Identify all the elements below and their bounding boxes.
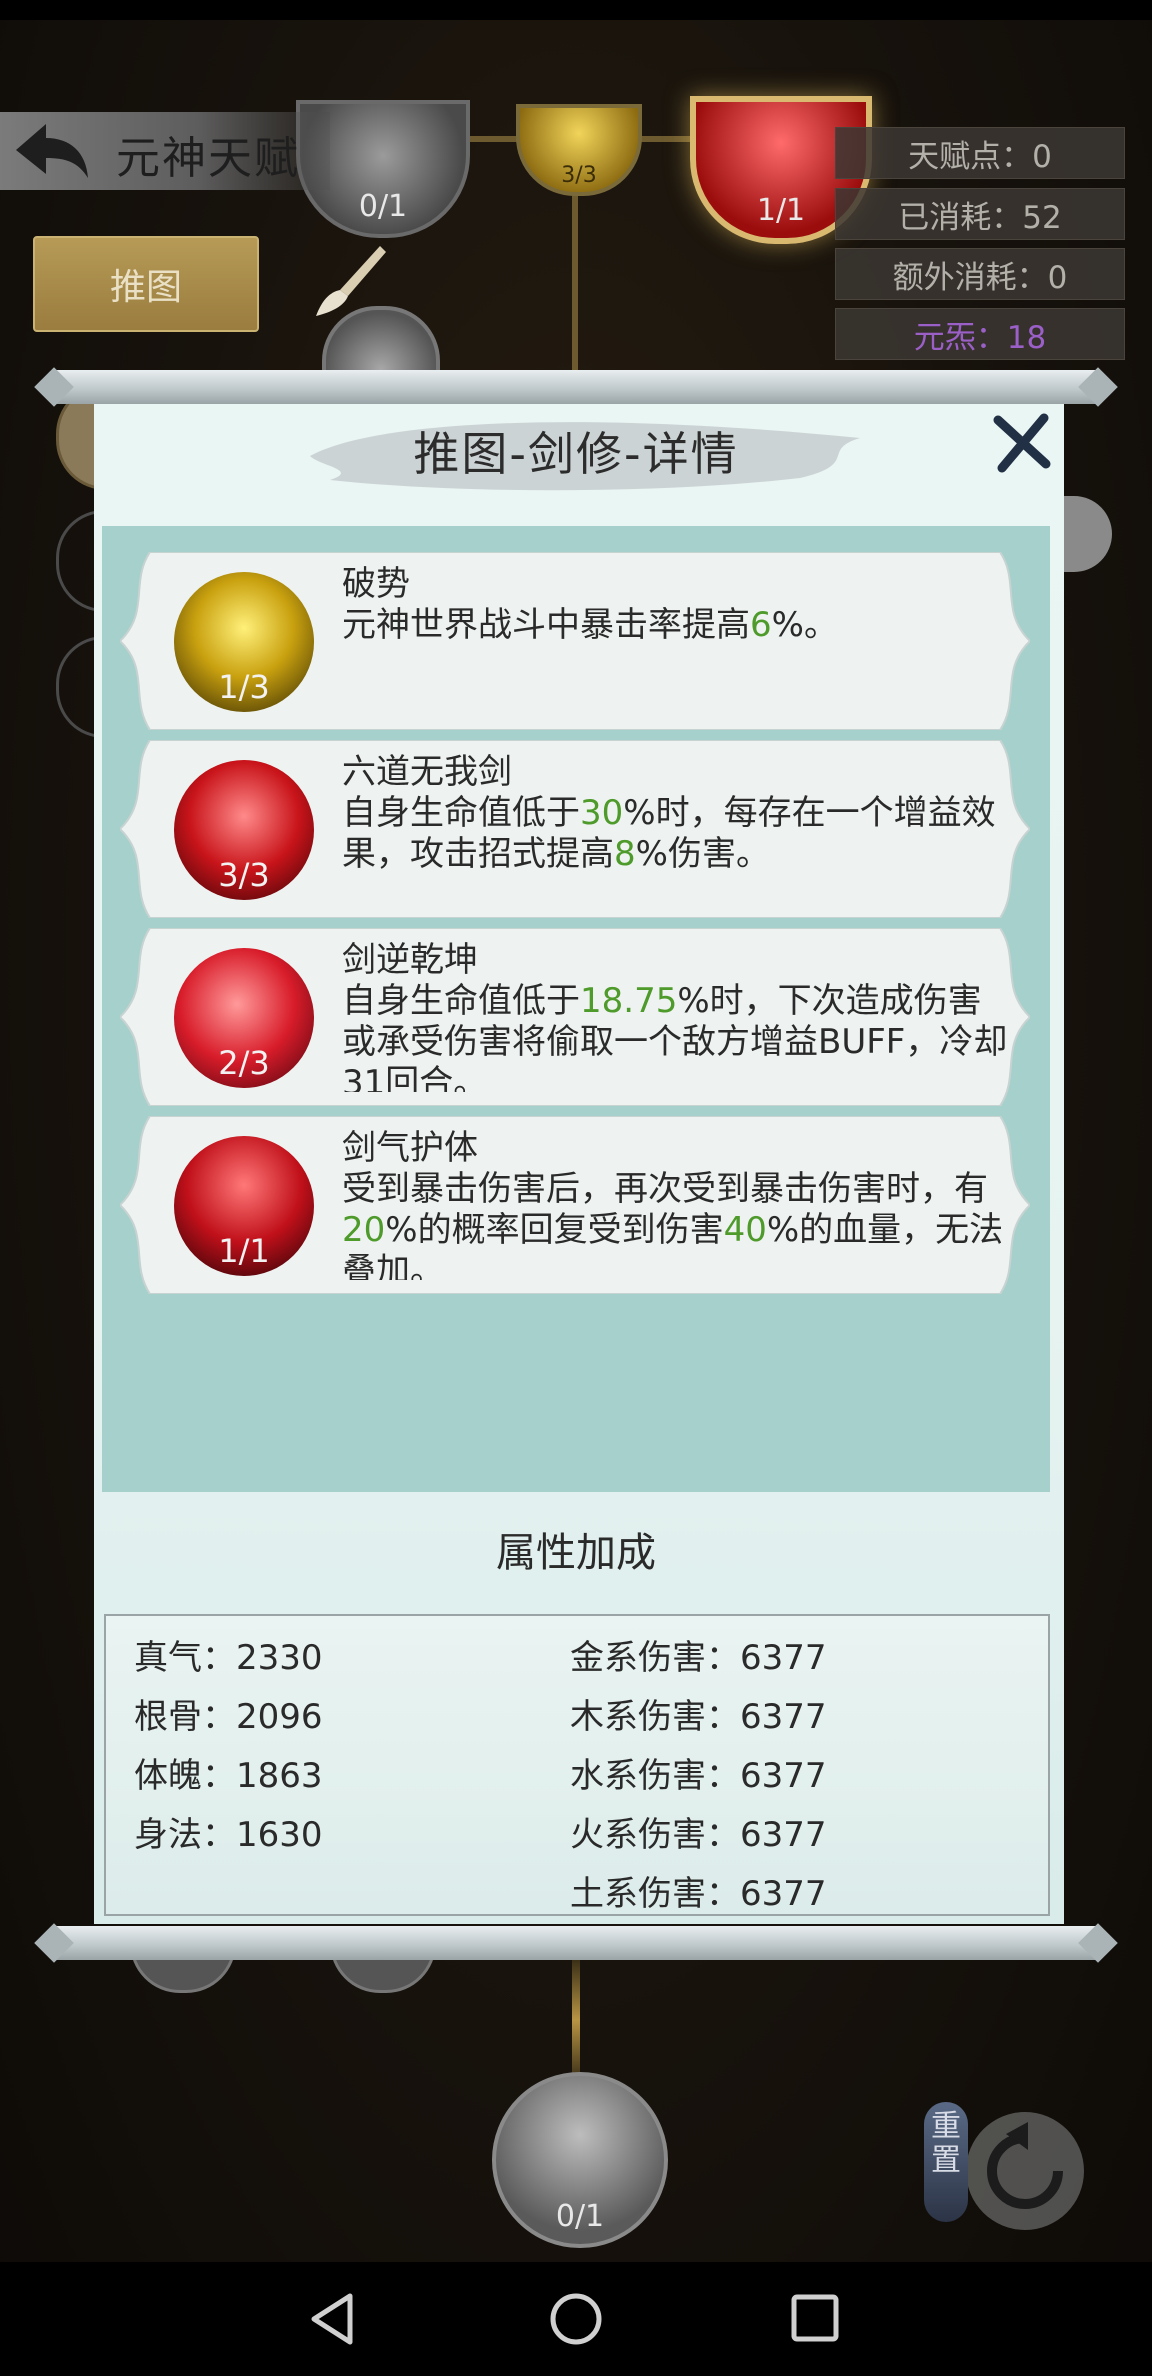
push-map-button[interactable]: 推图 (33, 236, 259, 332)
attribute-value: 木系伤害：6377 (570, 1697, 827, 1737)
nav-home-icon[interactable] (541, 2290, 611, 2348)
reset-button[interactable] (966, 2112, 1084, 2230)
talent-card[interactable]: 2/3 剑逆乾坤 自身生命值低于18.75%时，下次造成伤害或承受伤害将偷取一个… (120, 928, 1030, 1106)
attribute-value: 真气：2330 (134, 1638, 323, 1678)
talent-desc-text: %伤害。 (635, 834, 770, 874)
talent-description: 破势 元神世界战斗中暴击率提高6%。 (342, 564, 1012, 716)
nav-back-icon[interactable] (300, 2290, 370, 2348)
talent-desc-text: 受到暴击伤害后，再次受到暴击伤害时，有 (342, 1169, 988, 1209)
talent-icon: 3/3 (174, 760, 314, 900)
talent-desc-value: 20 (342, 1210, 386, 1250)
attribute-value: 体魄：1863 (134, 1756, 323, 1796)
node-level: 0/1 (358, 189, 408, 224)
talent-name: 剑逆乾坤 (342, 940, 478, 980)
attribute-value: 金系伤害：6377 (570, 1638, 827, 1678)
talent-card[interactable]: 1/1 剑气护体 受到暴击伤害后，再次受到暴击伤害时，有20%的概率回复受到伤害… (120, 1116, 1030, 1294)
talent-desc-value: 8 (614, 834, 636, 874)
node-level: 0/1 (555, 2199, 605, 2234)
talent-icon: 1/3 (174, 572, 314, 712)
talent-icon: 1/1 (174, 1136, 314, 1276)
page-title: 元神天赋 (116, 133, 300, 184)
refresh-icon (987, 2122, 1063, 2209)
tree-connector (572, 1960, 580, 2080)
talent-card[interactable]: 1/3 破势 元神世界战斗中暴击率提高6%。 (120, 552, 1030, 730)
status-bar (0, 0, 1152, 20)
attribute-table: 真气：2330 根骨：2096 体魄：1863 身法：1630 金系伤害：637… (104, 1614, 1050, 1916)
search-icon[interactable] (1060, 496, 1112, 572)
reset-label[interactable]: 重置 (924, 2102, 968, 2222)
nav-recents-icon[interactable] (780, 2290, 850, 2348)
extra-consumed-points: 额外消耗：0 (835, 248, 1125, 300)
talent-desc-value: 40 (723, 1210, 767, 1250)
talent-desc-text: %的概率回复受到伤害 (385, 1210, 724, 1250)
talent-level: 2/3 (218, 1044, 270, 1082)
attribute-section-title: 属性加成 (496, 1530, 656, 1576)
yuan-jing-count: 元炁：18 (835, 308, 1125, 360)
modal-title: 推图-剑修-详情 (413, 427, 739, 481)
consumed-points: 已消耗：52 (835, 188, 1125, 240)
talent-name: 破势 (342, 564, 410, 604)
talent-name: 六道无我剑 (342, 752, 512, 792)
talent-node[interactable]: 3/3 (516, 104, 642, 196)
talent-desc-value: 18.75 (580, 981, 678, 1021)
talent-description: 剑逆乾坤 自身生命值低于18.75%时，下次造成伤害或承受伤害将偷取一个敌方增益… (342, 940, 1012, 1092)
talent-desc-text: %。 (771, 605, 838, 645)
talent-desc-value: 30 (580, 793, 624, 833)
talent-desc-text: 自身生命值低于 (342, 793, 580, 833)
back-arrow-icon[interactable] (10, 120, 90, 182)
attribute-value: 根骨：2096 (134, 1697, 323, 1737)
talent-card[interactable]: 3/3 六道无我剑 自身生命值低于30%时，每存在一个增益效果，攻击招式提高8%… (120, 740, 1030, 918)
talent-icon: 2/3 (174, 948, 314, 1088)
brush-icon[interactable] (310, 240, 390, 320)
scroll-rod-bottom (48, 1926, 1104, 1960)
close-icon[interactable] (990, 410, 1054, 474)
talent-name: 剑气护体 (342, 1128, 478, 1168)
talent-desc-value: 6 (750, 605, 772, 645)
talent-desc-text: 元神世界战斗中暴击率提高 (342, 605, 750, 645)
attribute-value: 火系伤害：6377 (570, 1815, 827, 1855)
talent-level: 1/3 (218, 668, 270, 706)
attribute-value: 土系伤害：6377 (570, 1874, 827, 1914)
attribute-value: 身法：1630 (134, 1815, 323, 1855)
node-level: 3/3 (561, 163, 597, 188)
talent-desc-text: 自身生命值低于 (342, 981, 580, 1021)
talent-node[interactable]: 0/1 (492, 2072, 668, 2248)
talent-level: 1/1 (218, 1232, 270, 1270)
scroll-rod-top (48, 370, 1104, 404)
attribute-value: 水系伤害：6377 (570, 1756, 827, 1796)
talent-level: 3/3 (218, 856, 270, 894)
talent-description: 六道无我剑 自身生命值低于30%时，每存在一个增益效果，攻击招式提高8%伤害。 (342, 752, 1012, 904)
talent-points: 天赋点：0 (835, 127, 1125, 179)
talent-description: 剑气护体 受到暴击伤害后，再次受到暴击伤害时，有20%的概率回复受到伤害40%的… (342, 1128, 1012, 1280)
